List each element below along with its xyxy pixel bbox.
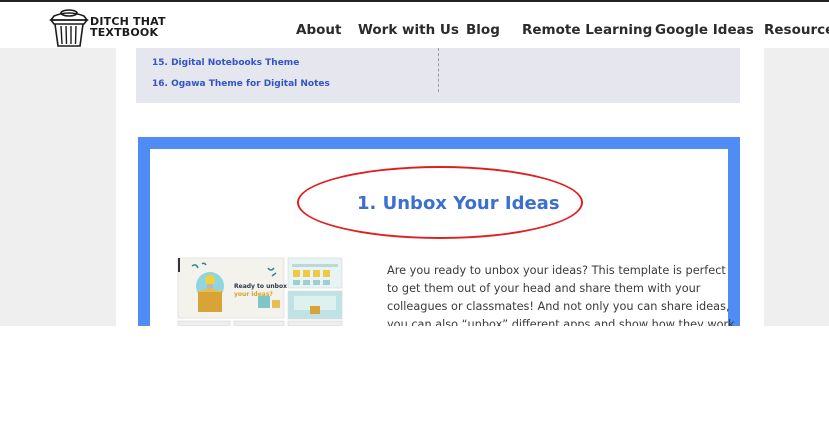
- logo-wordmark[interactable]: DITCH THAT TEXTBOOK: [90, 16, 166, 38]
- site-header: DITCH THAT TEXTBOOK About Work with Us B…: [0, 2, 829, 48]
- toc-link-16[interactable]: 16. Ogawa Theme for Digital Notes: [152, 79, 330, 89]
- trash-can-logo-icon[interactable]: [48, 8, 90, 48]
- description-line-3: colleagues or classmates! And not only y…: [387, 300, 730, 313]
- page-left-margin: [0, 48, 116, 326]
- browser-viewport: DITCH THAT TEXTBOOK About Work with Us B…: [0, 0, 829, 326]
- nav-remote-learning[interactable]: Remote Learning: [522, 22, 652, 38]
- nav-resources[interactable]: Resource: [764, 22, 829, 38]
- description-line-4: you can also “unbox” different apps and …: [387, 318, 739, 326]
- template-preview-image: Ready to unbox your ideas?: [176, 256, 344, 326]
- template-thumbnail[interactable]: Ready to unbox your ideas?: [176, 256, 344, 326]
- nav-google-ideas[interactable]: Google Ideas: [655, 22, 754, 38]
- toc-link-15[interactable]: 15. Digital Notebooks Theme: [152, 58, 299, 68]
- logo-line-2: TEXTBOOK: [90, 26, 159, 39]
- nav-about[interactable]: About: [296, 22, 341, 38]
- thumb-headline-line-1: Ready to unbox: [234, 283, 287, 290]
- description-line-2: to get them out of your head and share t…: [387, 282, 701, 295]
- thumb-headline-line-2: your ideas?: [234, 291, 273, 298]
- nav-blog[interactable]: Blog: [466, 22, 500, 38]
- description-line-1: Are you ready to unbox your ideas? This …: [387, 264, 726, 277]
- toc-column-divider: [438, 48, 439, 92]
- section-title: 1. Unbox Your Ideas: [357, 193, 560, 214]
- section-description: Are you ready to unbox your ideas? This …: [387, 262, 739, 326]
- page-right-margin: [764, 48, 829, 326]
- nav-work-with-us[interactable]: Work with Us: [358, 22, 459, 38]
